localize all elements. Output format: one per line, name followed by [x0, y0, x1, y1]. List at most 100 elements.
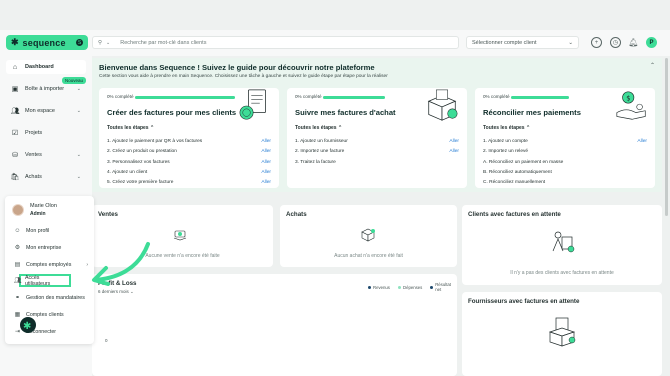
step-text: A. Réconciliez un paiement en masse: [483, 160, 564, 165]
sidebar-item-inbox[interactable]: ▣ Boîte à importer ⌄: [6, 82, 86, 96]
sidebar-item-label: Ventes: [25, 152, 42, 158]
go-link[interactable]: Aller: [449, 149, 459, 154]
menu-item-mandates[interactable]: ⚭ Gestion des mandataires: [11, 292, 91, 303]
step-row: B. Réconciliez automatiquement: [483, 168, 647, 177]
step-text: 1. Ajoutez un compte: [483, 139, 528, 144]
progress-label: 0% complété: [295, 94, 322, 99]
legend-item: Dépenses: [397, 282, 423, 292]
all-steps-label: Toutes les étapes: [107, 125, 149, 131]
progress-label: 0% complété: [483, 94, 510, 99]
step-text: 5. Créez votre première facture: [107, 180, 174, 185]
chevron-down-icon: ⌄: [130, 289, 134, 294]
sequence-assistant-icon[interactable]: ✱: [19, 316, 37, 334]
users-icon: 👥︎: [11, 275, 22, 286]
progress-label: 0% complété: [107, 94, 134, 99]
progress-bar: [135, 96, 235, 99]
menu-item-label: Gestion des mandataires: [26, 294, 85, 301]
onboarding-title: Bienvenue dans Sequence ! Suivez le guid…: [99, 63, 375, 72]
all-steps-toggle[interactable]: Toutes les étapes ⌃: [107, 125, 154, 131]
add-icon[interactable]: +: [591, 37, 602, 48]
suppliers-pending-panel: Fournisseurs avec factures en attente: [462, 292, 662, 376]
progress-bar: [323, 96, 385, 99]
step-row: A. Réconciliez un paiement en masse: [483, 158, 647, 167]
go-link[interactable]: Aller: [261, 180, 271, 185]
empty-state-text: Aucun achat n'a encore été fait: [334, 253, 403, 259]
chevron-up-icon: ⌃: [337, 125, 343, 131]
tutorial-arrow-icon: [92, 242, 150, 286]
scrollbar[interactable]: [665, 58, 668, 216]
step-row: 2. Importez un relevé: [483, 147, 647, 156]
chevron-up-icon: ⌃: [525, 125, 531, 131]
step-row: 3. Personnalisez vos factures Aller: [107, 158, 271, 167]
box-icon: [361, 228, 375, 242]
legend-item: Revenus: [368, 282, 390, 292]
search-input[interactable]: Recherche par mot-clé dans clients: [120, 40, 206, 46]
chevron-down-icon: ⌄: [76, 108, 81, 114]
chart-legend: Revenus Dépenses Résultat net: [368, 282, 457, 292]
card-title: Suivre mes factures d'achat: [295, 108, 396, 117]
client-select[interactable]: Sélectionner compte client ⌄: [466, 36, 579, 49]
step-row: 1. Ajoutez un fournisseur Aller: [295, 137, 459, 146]
step-row: 2. Créez un produit ou prestation Aller: [107, 147, 271, 156]
all-steps-toggle[interactable]: Toutes les étapes ⌃: [295, 125, 342, 131]
step-text: 2. Importez une facture: [295, 149, 345, 154]
legend-label: Dépenses: [402, 284, 423, 290]
panel-title: Ventes: [98, 211, 118, 218]
bell-icon[interactable]: 🔔︎: [628, 37, 639, 48]
onboarding-card-payments: 0% complété $ Réconcilier mes paiements …: [475, 88, 655, 188]
avatar[interactable]: P: [646, 37, 657, 48]
user-name: Marie Olon: [30, 203, 57, 209]
user-profile: Marie Olon Admin: [12, 203, 57, 217]
axis-zero-label: 0: [105, 338, 108, 343]
step-row: 1. Ajoutez un compte Aller: [483, 137, 647, 146]
inbox-icon: ▣: [11, 86, 19, 93]
go-link[interactable]: Aller: [637, 139, 647, 144]
person-invoice-icon: [552, 231, 575, 253]
search-bar[interactable]: ⚲ ⌄ Recherche par mot-clé dans clients: [92, 36, 459, 49]
go-link[interactable]: Aller: [261, 149, 271, 154]
step-row: 3. Traitez la facture: [295, 158, 459, 167]
menu-item-user-access[interactable]: Accès utilisateurs: [19, 274, 71, 287]
check-square-icon: ☑: [11, 130, 19, 137]
svg-text:$: $: [626, 94, 630, 102]
go-link[interactable]: Aller: [261, 139, 271, 144]
chevron-up-icon[interactable]: ⌃: [650, 62, 655, 69]
chevron-down-icon: ⌄: [76, 86, 81, 92]
legend-dot: [430, 285, 434, 289]
all-steps-label: Toutes les étapes: [483, 125, 525, 131]
sidebar-item-my-space[interactable]: 👥︎ Mon espace ⌄: [6, 104, 86, 118]
sidebar-item-label: Mon espace: [25, 108, 55, 114]
step-text: 2. Créez un produit ou prestation: [107, 149, 177, 154]
briefcase-icon: ▤: [14, 262, 21, 268]
progress-fill: [511, 96, 569, 99]
sidebar-item-sales[interactable]: ⛁ Ventes ⌄: [6, 148, 86, 162]
clock-icon[interactable]: ◷: [610, 37, 621, 48]
clients-pending-panel: Clients avec factures en attente Il n'y …: [462, 205, 662, 285]
menu-item-profile[interactable]: ☺ Mon profil: [11, 225, 91, 236]
avatar: [12, 204, 24, 216]
chevron-down-icon[interactable]: ⌄: [106, 40, 110, 46]
home-icon: ⌂: [12, 63, 18, 71]
onboarding-card-purchases: 0% complété Suivre mes factures d'achat …: [287, 88, 467, 188]
step-row: 2. Importez une facture Aller: [295, 147, 459, 156]
go-link[interactable]: Aller: [261, 160, 271, 165]
user-icon: ☺: [14, 227, 21, 234]
onboarding-card-invoices: 0% complété Créer des factures pour mes …: [99, 88, 279, 188]
step-text: 3. Personnalisez vos factures: [107, 160, 170, 165]
sidebar-item-dashboard[interactable]: ⌂ Dashboard: [6, 60, 86, 74]
go-link[interactable]: Aller: [449, 139, 459, 144]
all-steps-toggle[interactable]: Toutes les étapes ⌃: [483, 125, 530, 131]
users-icon: 👥︎: [10, 108, 20, 115]
sidebar-item-label: Boîte à importer: [25, 86, 65, 92]
sidebar-item-purchases[interactable]: 🛍︎ Achats ⌄: [6, 170, 86, 184]
logo-badge: S: [76, 39, 83, 46]
period-label: 6 derniers mois: [98, 289, 129, 294]
step-text: C. Réconciliez manuellement: [483, 180, 546, 185]
step-row: 1. Ajoutez le paiement par QR à vos fact…: [107, 137, 271, 146]
go-link[interactable]: Aller: [261, 170, 271, 175]
sidebar-item-projects[interactable]: ☑ Projets: [6, 126, 86, 140]
period-select[interactable]: 6 derniers mois ⌄: [98, 289, 134, 295]
progress-fill: [323, 96, 385, 99]
sequence-logo[interactable]: ✱ sequence S: [6, 35, 88, 50]
step-text: B. Réconciliez automatiquement: [483, 170, 552, 175]
